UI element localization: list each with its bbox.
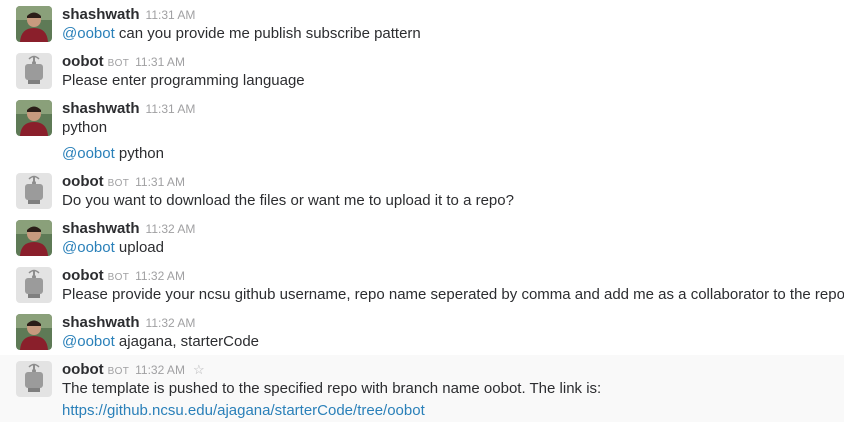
bot-avatar[interactable] bbox=[16, 53, 52, 89]
message-body: python bbox=[114, 145, 164, 162]
mention-link[interactable]: @oobot bbox=[62, 239, 115, 256]
message-header: shashwath 11:31 AM bbox=[62, 6, 195, 24]
timestamp[interactable]: 11:32 AM bbox=[146, 316, 196, 330]
message: shashwath 11:31 AM python @oobot python bbox=[0, 94, 844, 167]
message-text-continuation: @oobot python bbox=[62, 144, 164, 163]
message: shashwath 11:32 AM @oobot upload bbox=[0, 214, 844, 261]
message: oobot BOT 11:31 AM Do you want to download… bbox=[0, 167, 844, 214]
sender-name[interactable]: shashwath bbox=[62, 314, 140, 331]
sender-name[interactable]: shashwath bbox=[62, 6, 140, 23]
user-avatar[interactable] bbox=[16, 100, 52, 136]
message-body: upload bbox=[114, 239, 164, 256]
bot-avatar[interactable] bbox=[16, 361, 52, 397]
timestamp[interactable]: 11:31 AM bbox=[146, 102, 196, 116]
message-text: Please provide your ncsu github username… bbox=[62, 286, 844, 303]
message-header: oobot BOT 11:32 AM ☆ bbox=[62, 361, 205, 379]
bot-badge: BOT bbox=[107, 366, 130, 377]
message-text: @oobot can you provide me publish subscr… bbox=[62, 24, 421, 43]
bot-avatar[interactable] bbox=[16, 267, 52, 303]
user-avatar[interactable] bbox=[16, 6, 52, 42]
bot-badge: BOT bbox=[107, 58, 130, 69]
message-header: shashwath 11:31 AM bbox=[62, 100, 195, 118]
message-hovered: oobot BOT 11:32 AM ☆ The template is pushed… bbox=[0, 355, 844, 422]
message-header: shashwath 11:32 AM bbox=[62, 220, 195, 238]
message: oobot BOT 11:32 AM Please provide your ncs… bbox=[0, 261, 844, 308]
message-body: ajagana, starterCode bbox=[114, 333, 260, 350]
sender-name[interactable]: oobot bbox=[62, 361, 104, 378]
message-text: @oobot upload bbox=[62, 238, 164, 257]
message-header: oobot BOT 11:31 AM bbox=[62, 173, 185, 191]
sender-name[interactable]: oobot bbox=[62, 173, 104, 190]
user-avatar[interactable] bbox=[16, 220, 52, 256]
star-icon[interactable]: ☆ bbox=[193, 362, 205, 377]
bot-avatar[interactable] bbox=[16, 173, 52, 209]
sender-name[interactable]: shashwath bbox=[62, 100, 140, 117]
timestamp[interactable]: 11:31 AM bbox=[135, 175, 185, 189]
message-text: python bbox=[62, 119, 108, 136]
message-header: shashwath 11:32 AM bbox=[62, 314, 195, 332]
bot-badge: BOT bbox=[107, 178, 130, 189]
message-header: oobot BOT 11:31 AM bbox=[62, 53, 185, 71]
bot-badge: BOT bbox=[107, 272, 130, 283]
message-body: can you provide me publish subscribe pat… bbox=[114, 25, 421, 42]
user-avatar[interactable] bbox=[16, 314, 52, 350]
repo-link[interactable]: https://github.ncsu.edu/ajagana/starterC… bbox=[62, 401, 425, 420]
message: shashwath 11:31 AM @oobot can you provide… bbox=[0, 0, 844, 47]
mention-link[interactable]: @oobot bbox=[62, 25, 115, 42]
timestamp[interactable]: 11:31 AM bbox=[146, 8, 196, 22]
message-text: Please enter programming language bbox=[62, 72, 305, 89]
mention-link[interactable]: @oobot bbox=[62, 145, 115, 162]
timestamp[interactable]: 11:32 AM bbox=[146, 222, 196, 236]
message-text: @oobot ajagana, starterCode bbox=[62, 332, 259, 351]
message-header: oobot BOT 11:32 AM bbox=[62, 267, 185, 285]
timestamp[interactable]: 11:31 AM bbox=[135, 55, 185, 69]
sender-name[interactable]: oobot bbox=[62, 267, 104, 284]
message: shashwath 11:32 AM @oobot ajagana, starte… bbox=[0, 308, 844, 355]
message: oobot BOT 11:31 AM Please enter programmin… bbox=[0, 47, 844, 94]
message-text: Do you want to download the files or wan… bbox=[62, 192, 514, 209]
mention-link[interactable]: @oobot bbox=[62, 333, 115, 350]
timestamp[interactable]: 11:32 AM bbox=[135, 363, 185, 377]
sender-name[interactable]: oobot bbox=[62, 53, 104, 70]
sender-name[interactable]: shashwath bbox=[62, 220, 140, 237]
timestamp[interactable]: 11:32 AM bbox=[135, 269, 185, 283]
message-text: The template is pushed to the specified … bbox=[62, 380, 602, 397]
